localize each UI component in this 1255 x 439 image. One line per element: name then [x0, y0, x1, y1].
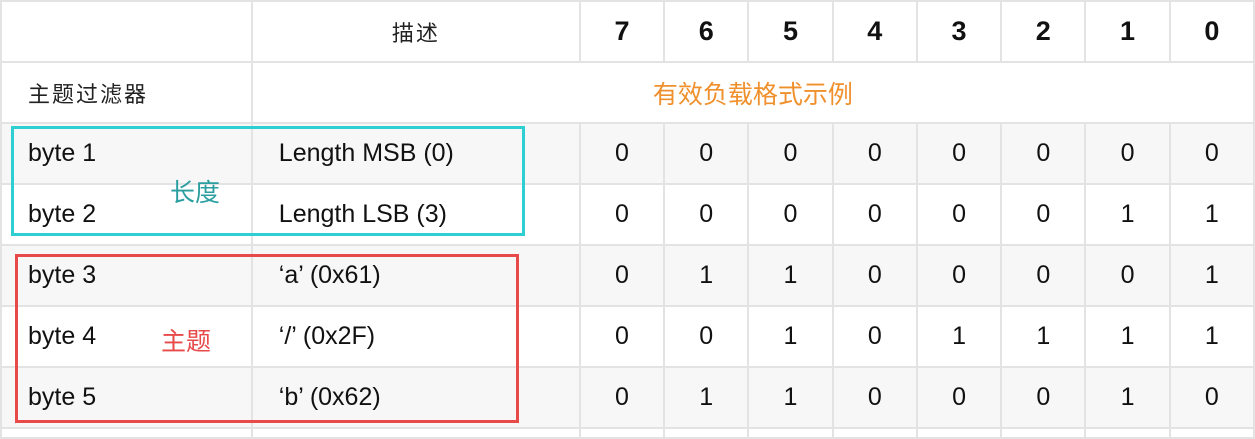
- bit-value: 1: [747, 305, 834, 368]
- bit-value: 1: [1000, 305, 1087, 368]
- bit-value: 1: [1084, 183, 1171, 246]
- bit-value: 0: [578, 305, 666, 368]
- bit-value: 1: [1168, 183, 1255, 246]
- header-bit-6: 6: [663, 0, 750, 63]
- bit-value: 0: [578, 183, 666, 246]
- bit-value: 1: [1168, 244, 1255, 307]
- bit-value: 0: [915, 366, 1003, 429]
- bit-value: 0: [1000, 244, 1087, 307]
- bit-value: 0: [1000, 183, 1087, 246]
- bit-value: 0: [831, 305, 918, 368]
- bit-value: 0: [663, 122, 750, 185]
- header-bit-4: 4: [831, 0, 918, 63]
- topic-annotation: 主题: [161, 327, 212, 356]
- header-bit-7: 7: [578, 0, 666, 63]
- bit-value: 0: [1084, 122, 1171, 185]
- bit-value: 1: [1084, 305, 1171, 368]
- header-bit-5: 5: [747, 0, 834, 63]
- bit-value: 0: [747, 183, 834, 246]
- bit-value: 0: [578, 244, 666, 307]
- bit-value: 0: [1084, 244, 1171, 307]
- bit-value: 1: [663, 244, 750, 307]
- bit-value: 0: [915, 183, 1003, 246]
- bit-value: 0: [831, 122, 918, 185]
- bit-value: 0: [578, 366, 666, 429]
- bit-value: 0: [1168, 366, 1255, 429]
- bit-value: 0: [915, 244, 1003, 307]
- bit-value: 0: [1000, 122, 1087, 185]
- bit-value: 0: [831, 366, 918, 429]
- bit-value: 1: [747, 244, 834, 307]
- bit-value: 0: [747, 122, 834, 185]
- header-bit-3: 3: [915, 0, 1003, 63]
- header-empty-cell: [0, 0, 253, 63]
- bit-value: 1: [663, 366, 750, 429]
- subheader-row: 主题过滤器 有效负载格式示例: [0, 61, 1255, 124]
- bit-value: 1: [1168, 305, 1255, 368]
- bit-value: 0: [915, 122, 1003, 185]
- bit-value: 0: [663, 305, 750, 368]
- header-bit-1: 1: [1084, 0, 1171, 63]
- bit-value: 1: [915, 305, 1003, 368]
- topic-filter-label: 主题过滤器: [0, 61, 253, 124]
- header-desc: 描述: [250, 0, 581, 63]
- bit-value: 0: [663, 183, 750, 246]
- bit-value: 0: [578, 122, 666, 185]
- payload-format-label: 有效负载格式示例: [250, 61, 1255, 124]
- table-row-partial: [0, 427, 1255, 439]
- header-row: 描述 7 6 5 4 3 2 1 0: [0, 0, 1255, 63]
- topic-highlight-box: [15, 254, 519, 423]
- bit-value: 0: [1000, 366, 1087, 429]
- bit-value: 0: [1168, 122, 1255, 185]
- bit-value: 0: [831, 244, 918, 307]
- bit-value: 1: [747, 366, 834, 429]
- length-annotation: 长度: [170, 178, 221, 207]
- length-highlight-box: [11, 126, 525, 236]
- bit-value: 0: [831, 183, 918, 246]
- header-bit-2: 2: [1000, 0, 1087, 63]
- bit-value: 1: [1084, 366, 1171, 429]
- header-bit-0: 0: [1168, 0, 1255, 63]
